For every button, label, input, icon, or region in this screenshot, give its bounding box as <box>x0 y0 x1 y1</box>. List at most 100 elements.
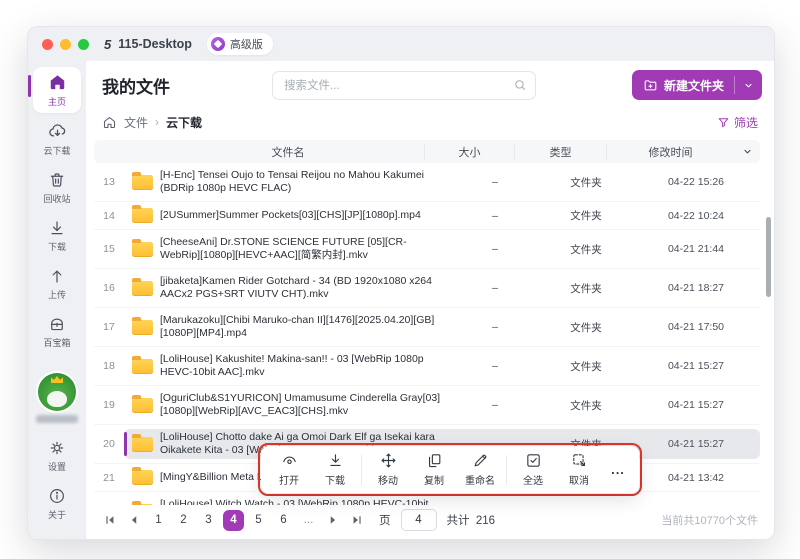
sidebar-item-recycle-bin[interactable]: 回收站 <box>33 165 81 210</box>
file-name[interactable]: [CheeseAni] Dr.STONE SCIENCE FUTURE [05]… <box>160 236 450 262</box>
file-modified: 04-22 10:24 <box>667 209 725 222</box>
breadcrumb-home-button[interactable] <box>102 115 117 130</box>
move-button[interactable]: 移动 <box>366 452 410 487</box>
row-index: 16 <box>103 282 115 294</box>
cloud-download-icon <box>48 124 65 137</box>
table-row[interactable]: 18 [LoliHouse] Kakushite! Makina-san!! -… <box>94 347 760 386</box>
open-button[interactable]: 打开 <box>267 452 311 487</box>
row-index: 21 <box>103 471 115 484</box>
folder-icon <box>131 394 153 413</box>
funnel-icon <box>718 117 729 127</box>
new-folder-split-button: 新建文件夹 <box>631 70 762 100</box>
close-window-button[interactable] <box>42 38 53 50</box>
file-name[interactable]: [Marukazoku][Chibi Maruko-chan II][1476]… <box>160 314 450 340</box>
filter-button[interactable]: 筛选 <box>717 114 758 131</box>
column-header-name[interactable]: 文件名 <box>160 144 424 160</box>
new-folder-dropdown-button[interactable] <box>735 70 762 100</box>
file-type: 文件夹 <box>570 176 602 189</box>
sidebar-item-label: 上传 <box>47 290 66 300</box>
copy-button[interactable]: 复制 <box>412 452 456 487</box>
file-size: – <box>492 176 498 188</box>
file-size: – <box>492 321 498 333</box>
checkbox-check-icon <box>526 454 540 467</box>
table-row[interactable]: 14 [2USummer]Summer Pockets[03][CHS][JP]… <box>94 202 760 230</box>
table-row[interactable]: 13 [H-Enc] Tensei Oujo to Tensai Reijou … <box>94 163 760 202</box>
search-box <box>272 71 536 100</box>
premium-badge[interactable]: 高级版 <box>206 33 273 55</box>
table-row[interactable]: 15 [CheeseAni] Dr.STONE SCIENCE FUTURE [… <box>94 230 760 269</box>
sidebar-item-label: 下载 <box>47 242 66 252</box>
sidebar-item-settings[interactable]: 设置 <box>33 433 81 478</box>
file-name[interactable]: [OguriClub&S1YURICON] Umamusume Cinderel… <box>160 392 450 418</box>
select-all-button[interactable]: 全选 <box>511 452 555 487</box>
column-settings-button[interactable] <box>734 146 760 157</box>
breadcrumb-root[interactable]: 文件 <box>124 114 148 131</box>
minimize-window-button[interactable] <box>60 38 71 50</box>
new-folder-button[interactable]: 新建文件夹 <box>632 70 734 100</box>
file-name[interactable]: [LoliHouse] Witch Watch - 03 [WebRip 108… <box>160 498 450 505</box>
column-header-modified[interactable]: 修改时间 <box>606 143 734 160</box>
prev-page-button[interactable] <box>124 510 144 530</box>
file-modified: 04-21 13:42 <box>667 471 725 484</box>
file-type: 文件夹 <box>570 210 602 222</box>
row-index: 15 <box>103 243 115 255</box>
last-page-button[interactable] <box>347 510 367 530</box>
download-button[interactable]: 下载 <box>313 452 357 487</box>
first-page-button[interactable] <box>100 510 120 530</box>
cancel-selection-button[interactable]: 取消 <box>557 452 601 487</box>
table-row[interactable]: 17 [Marukazoku][Chibi Maruko-chan II][14… <box>94 308 760 347</box>
rename-button[interactable]: 重命名 <box>458 452 502 487</box>
selection-toolbar: 打开 下载 移动 复制 重命名 全选 取消 ... <box>261 446 639 493</box>
sidebar-item-label: 主页 <box>47 97 66 107</box>
file-size: – <box>492 399 498 411</box>
username-redacted <box>36 415 78 423</box>
file-name[interactable]: [2USummer]Summer Pockets[03][CHS][JP][10… <box>160 209 450 222</box>
sidebar-item-label: 云下载 <box>43 146 71 156</box>
page-numbers: 1 2 3 4 5 6... <box>148 509 319 531</box>
vertical-scrollbar[interactable] <box>766 217 771 297</box>
next-page-button[interactable] <box>323 510 343 530</box>
last-page-icon <box>353 516 361 524</box>
row-index: 17 <box>103 321 115 333</box>
file-name[interactable]: [H-Enc] Tensei Oujo to Tensai Reijou no … <box>160 169 450 195</box>
upload-icon <box>52 270 62 283</box>
page-number-button[interactable]: 1 <box>148 510 169 531</box>
row-index: 14 <box>103 209 115 222</box>
table-row[interactable]: 19 [OguriClub&S1YURICON] Umamusume Cinde… <box>94 386 760 425</box>
file-type: 文件夹 <box>540 504 632 506</box>
pencil-icon <box>474 454 486 467</box>
filter-label: 筛选 <box>733 115 758 130</box>
sidebar-item-download[interactable]: 下载 <box>33 213 81 258</box>
page-number-button[interactable]: 6 <box>273 510 294 531</box>
sidebar-item-cloud-download[interactable]: 云下载 <box>33 116 81 162</box>
column-header-type[interactable]: 类型 <box>514 143 606 160</box>
folder-icon <box>131 277 153 296</box>
avatar[interactable] <box>38 373 76 411</box>
new-folder-label: 新建文件夹 <box>663 78 724 93</box>
file-name[interactable]: [LoliHouse] Kakushite! Makina-san!! - 03… <box>160 353 450 379</box>
toolbar-item-label: 重命名 <box>465 476 495 487</box>
more-actions-button[interactable]: ... <box>603 462 633 477</box>
column-header-size[interactable]: 大小 <box>424 143 514 160</box>
file-name[interactable]: [jibaketa]Kamen Rider Gotchard - 34 (BD … <box>160 275 450 301</box>
file-modified: 04-22 15:26 <box>667 176 725 188</box>
zoom-window-button[interactable] <box>78 38 89 50</box>
folder-icon <box>131 433 153 452</box>
table-row[interactable]: 16 [jibaketa]Kamen Rider Gotchard - 34 (… <box>94 269 760 308</box>
search-input[interactable] <box>272 71 536 100</box>
sidebar-item-upload[interactable]: 上传 <box>33 261 81 306</box>
sidebar-item-about[interactable]: 关于 <box>33 481 81 526</box>
gear-icon <box>50 441 64 455</box>
file-modified: 04-21 15:27 <box>667 360 725 372</box>
page-number-button[interactable]: 4 <box>223 509 244 531</box>
page-number-button[interactable]: 5 <box>248 510 269 531</box>
home-icon <box>50 75 64 90</box>
sidebar-item-treasure-box[interactable]: 百宝箱 <box>33 309 81 354</box>
toolbar-item-label: 打开 <box>279 476 299 487</box>
page-number-input[interactable] <box>400 509 437 531</box>
page-number-button[interactable]: 3 <box>198 510 219 531</box>
file-size: – <box>492 243 498 255</box>
house-icon <box>103 116 116 128</box>
page-number-button[interactable]: 2 <box>173 510 194 531</box>
sidebar-item-home[interactable]: 主页 <box>28 67 81 113</box>
